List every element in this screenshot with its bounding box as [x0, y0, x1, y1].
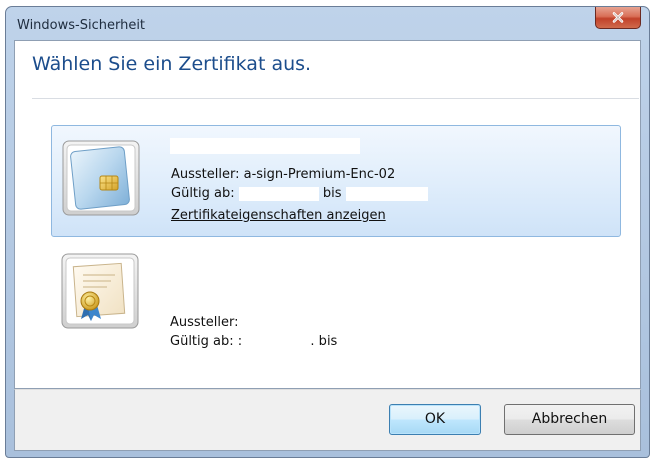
dialog-heading: Wählen Sie ein Zertifikat aus. — [32, 53, 312, 75]
title-bar[interactable]: Windows-Sicherheit — [6, 7, 649, 41]
valid-to-label: bis — [322, 186, 342, 201]
close-button[interactable] — [595, 7, 641, 29]
smartcard-icon — [62, 140, 140, 216]
redacted-subject — [170, 138, 360, 154]
certificate-properties-link[interactable]: Zertifikateigenschaften anzeigen — [171, 208, 386, 223]
valid-to-label-2: . bis — [310, 334, 338, 349]
cancel-button[interactable]: Abbrechen — [504, 404, 635, 435]
redacted-valid-to — [345, 186, 428, 201]
close-icon — [612, 11, 624, 23]
redacted-valid-from — [238, 186, 319, 201]
heading-divider — [32, 98, 639, 99]
validity-line: Gültig ab: bis — [171, 186, 428, 201]
certificate-seal-icon — [61, 253, 139, 329]
certificate-item-2[interactable]: Aussteller: Gültig ab: : . bis — [51, 243, 621, 349]
certificate-item-1[interactable]: Aussteller: a-sign-Premium-Enc-02 Gültig… — [51, 125, 621, 237]
valid-from-label-2: Gültig ab: : — [170, 334, 243, 349]
window-title: Windows-Sicherheit — [17, 18, 146, 33]
valid-from-label: Gültig ab: — [171, 186, 235, 201]
security-dialog-window: Windows-Sicherheit Wählen Sie ein Zertif… — [5, 6, 650, 458]
issuer-value: a-sign-Premium-Enc-02 — [243, 167, 396, 182]
issuer-label: Aussteller: — [171, 167, 244, 182]
validity-line-2: Gültig ab: : . bis — [170, 334, 337, 349]
issuer-line: Aussteller: a-sign-Premium-Enc-02 — [171, 167, 395, 182]
issuer-label-2: Aussteller: — [170, 315, 239, 330]
ok-button[interactable]: OK — [389, 404, 481, 435]
